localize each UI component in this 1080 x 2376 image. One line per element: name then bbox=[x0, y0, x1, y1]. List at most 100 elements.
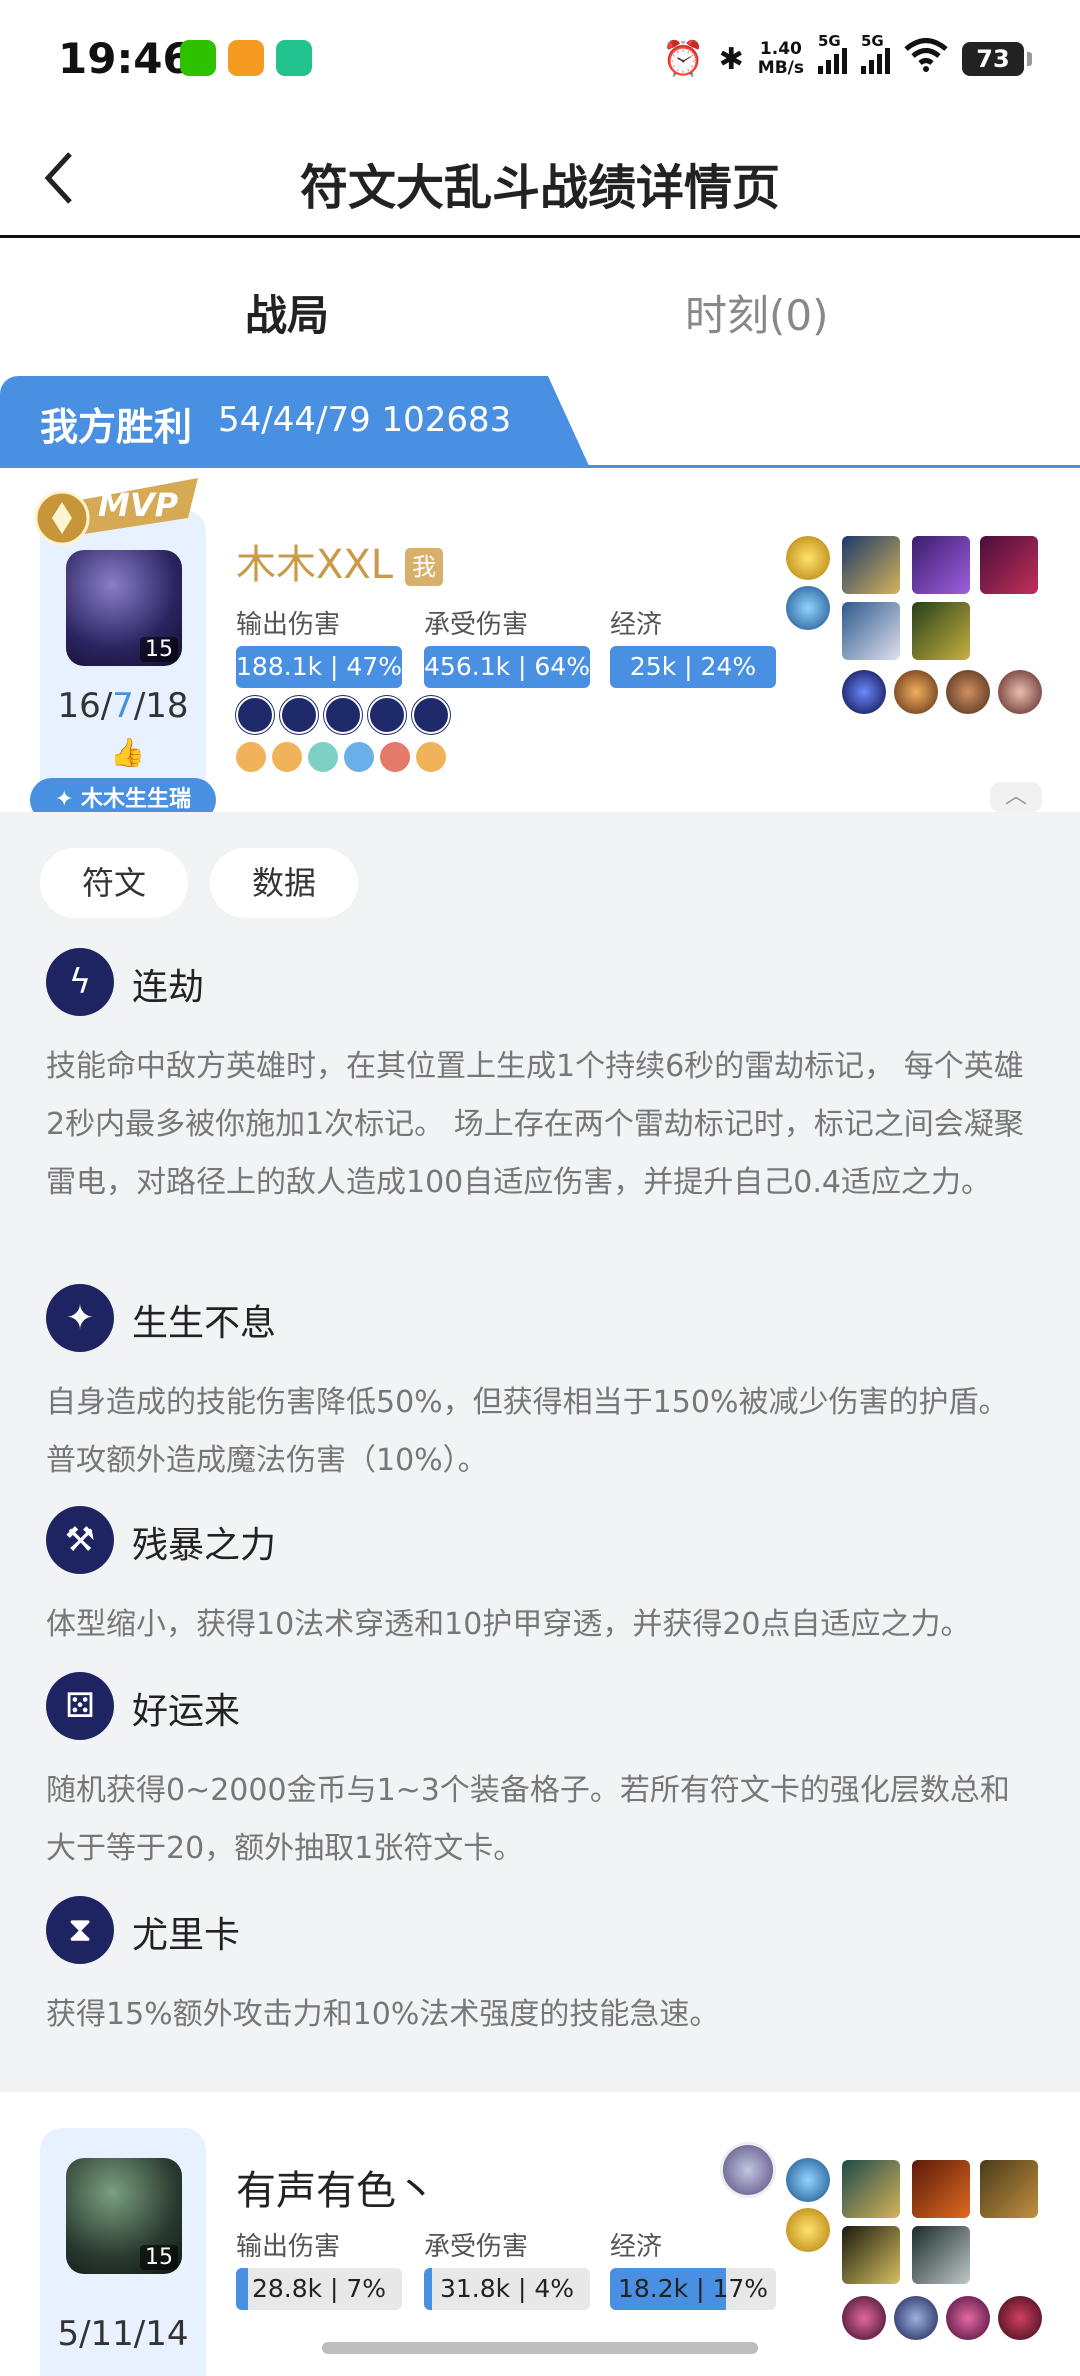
augment-orb-icon bbox=[842, 2296, 886, 2340]
alarm-icon: ⏰ bbox=[662, 39, 705, 79]
net-speed: 1.40 MB/s bbox=[757, 39, 804, 78]
item-icon bbox=[842, 2160, 900, 2218]
taken-bar: 31.8k | 4% bbox=[424, 2268, 590, 2310]
item-icon bbox=[912, 2160, 970, 2218]
hourglass-rune-icon: ⧗ bbox=[46, 1896, 114, 1964]
dice-rune-icon: ⚄ bbox=[46, 1672, 114, 1740]
taken-label: 承受伤害 bbox=[424, 610, 529, 640]
team-result-bar: 我方胜利 54/44/79 102683 bbox=[0, 376, 1080, 468]
home-indicator[interactable] bbox=[322, 2342, 758, 2354]
avatar-column: 15 16/7/18 👍 ✦ 木木生生瑞 bbox=[30, 510, 216, 828]
rune-name: 好运来 bbox=[132, 1691, 241, 1732]
status-right: ⏰ ✱ 1.40 MB/s 5G 5G 73 bbox=[662, 32, 1032, 82]
result-label: 我方胜利 bbox=[40, 405, 193, 449]
player-card[interactable]: 15 5/11/14 有声有色丶 输出伤害 承受伤害 经济 28.8k | 7%… bbox=[0, 2092, 1080, 2376]
wifi-icon bbox=[904, 37, 948, 81]
rune-description: 获得15%额外攻击力和10%法术强度的技能急速。 bbox=[46, 1997, 720, 2032]
rune-description: 技能命中敌方英雄时，在其位置上生成1个持续6秒的雷劫标记， 每个英雄2秒内最多被… bbox=[46, 1049, 1024, 1200]
avatar: 15 bbox=[66, 550, 182, 666]
hammer-rune-icon: ⚒ bbox=[46, 1506, 114, 1574]
hammer-rune-icon bbox=[324, 696, 362, 734]
chevron-up-icon[interactable]: ︿ bbox=[990, 782, 1042, 812]
tab-bar: 战局 时刻(0) bbox=[0, 240, 1080, 375]
damage-label: 输出伤害 bbox=[236, 2232, 341, 2262]
augment-orb-icon bbox=[894, 670, 938, 714]
signal-icon: 5G bbox=[818, 32, 847, 74]
avatar-column: 15 5/11/14 bbox=[40, 2128, 206, 2376]
augment-orb-icon bbox=[946, 670, 990, 714]
kda: 5/11/14 bbox=[57, 2314, 189, 2354]
item-icon bbox=[912, 536, 970, 594]
gold-label: 经济 bbox=[610, 610, 663, 640]
battery-icon: 73 bbox=[962, 42, 1032, 76]
me-badge: 我 bbox=[405, 548, 444, 586]
summoner-spell-icon bbox=[786, 536, 830, 580]
summoner-spell-icon bbox=[786, 2208, 830, 2252]
thumbs-up-icon[interactable]: 👍 bbox=[110, 736, 145, 769]
rune-description: 自身造成的技能伤害降低50%，但获得相当于150%被减少伤害的护盾。普攻额外造成… bbox=[46, 1385, 1009, 1478]
augment-orb-icon bbox=[998, 670, 1042, 714]
rune-name: 残暴之力 bbox=[132, 1525, 277, 1566]
item-icon bbox=[842, 602, 900, 660]
dice-rune-icon bbox=[368, 696, 406, 734]
item-icon bbox=[980, 536, 1038, 594]
lightning-rune-icon: ϟ bbox=[46, 948, 114, 1016]
ward-icon bbox=[720, 2142, 776, 2198]
gold-bar: 18.2k | 17% bbox=[610, 2268, 776, 2310]
kda: 16/7/18 bbox=[57, 686, 189, 726]
champion-level: 15 bbox=[140, 637, 178, 662]
damage-bar: 28.8k | 7% bbox=[236, 2268, 402, 2310]
app-icon bbox=[228, 40, 264, 76]
champion-level: 15 bbox=[140, 2245, 178, 2270]
app-header: 符文大乱斗战绩详情页 bbox=[0, 118, 1080, 238]
item-icon bbox=[912, 2226, 970, 2284]
gold-bar: 25k | 24% bbox=[610, 646, 776, 688]
augment-icons-row bbox=[236, 742, 446, 772]
damage-label: 输出伤害 bbox=[236, 610, 341, 640]
player-name: 木木XXL 我 bbox=[236, 532, 444, 590]
page-title: 符文大乱斗战绩详情页 bbox=[299, 160, 780, 216]
item-icon bbox=[980, 2160, 1038, 2218]
star-rune-icon bbox=[280, 696, 318, 734]
augment-icon bbox=[308, 742, 338, 772]
tab-runes[interactable]: 符文 bbox=[40, 848, 188, 918]
item-icon bbox=[912, 602, 970, 660]
augment-orb-icon bbox=[894, 2296, 938, 2340]
augment-orb-icon bbox=[842, 670, 886, 714]
augment-icon bbox=[272, 742, 302, 772]
rune-icons-row bbox=[236, 696, 450, 734]
summoner-spell-icon bbox=[786, 586, 830, 630]
rune-name: 尤里卡 bbox=[132, 1915, 241, 1956]
taken-bar: 456.1k | 64% bbox=[424, 646, 590, 688]
damage-bar: 188.1k | 47% bbox=[236, 646, 402, 688]
item-icon bbox=[842, 2226, 900, 2284]
tab-battle[interactable]: 战局 bbox=[245, 282, 329, 343]
augment-icon bbox=[236, 742, 266, 772]
mvp-badge: MVP bbox=[28, 478, 208, 548]
mvp-label: MVP bbox=[98, 486, 179, 524]
augment-icon bbox=[344, 742, 374, 772]
result-stats: 54/44/79 102683 bbox=[218, 400, 512, 440]
player-name: 有声有色丶 bbox=[236, 2168, 436, 2214]
tab-moments[interactable]: 时刻(0) bbox=[685, 282, 829, 343]
rune-name: 生生不息 bbox=[132, 1303, 277, 1344]
hourglass-rune-icon bbox=[412, 696, 450, 734]
augment-orb-icon bbox=[946, 2296, 990, 2340]
lightning-rune-icon bbox=[236, 696, 274, 734]
wechat-icon bbox=[180, 40, 216, 76]
rune-description: 体型缩小，获得10法术穿透和10护甲穿透，并获得20点自适应之力。 bbox=[46, 1607, 971, 1642]
app-icon bbox=[276, 40, 312, 76]
rune-name: 连劫 bbox=[132, 967, 205, 1008]
rune-detail-panel: 符文 数据 ϟ 连劫 技能命中敌方英雄时，在其位置上生成1个持续6秒的雷劫标记，… bbox=[0, 812, 1080, 2092]
bluetooth-icon: ✱ bbox=[718, 41, 744, 77]
gold-label: 经济 bbox=[610, 2232, 663, 2262]
taken-label: 承受伤害 bbox=[424, 2232, 529, 2262]
status-time: 19:46 bbox=[58, 34, 192, 83]
signal-icon: 5G bbox=[861, 32, 890, 74]
augment-icon bbox=[380, 742, 410, 772]
avatar: 15 bbox=[66, 2158, 182, 2274]
star-rune-icon: ✦ bbox=[46, 1284, 114, 1352]
item-icon bbox=[842, 536, 900, 594]
augment-icon bbox=[416, 742, 446, 772]
tab-data[interactable]: 数据 bbox=[210, 848, 358, 918]
